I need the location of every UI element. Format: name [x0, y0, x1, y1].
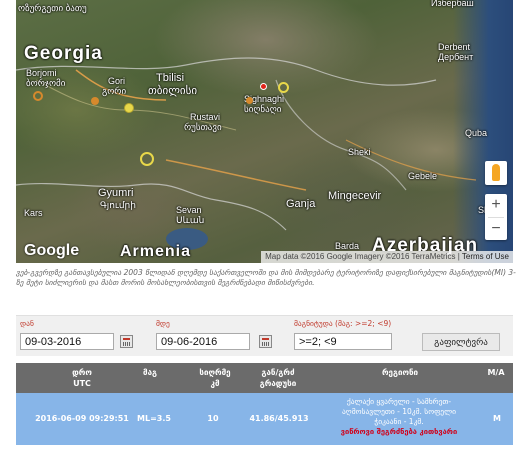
map-attribution-text: Map data ©2016 Google Imagery ©2016 Terr…: [265, 252, 456, 261]
table-row[interactable]: 2016-06-09 09:29:51 ML=3.5 10 41.86/45.9…: [16, 393, 513, 445]
map-label-sheki: Sheki: [348, 147, 371, 157]
zoom-control: + −: [485, 194, 507, 240]
magnitude-label: მაგნიტუდა (მაგ: >=2; <9): [294, 319, 392, 328]
header-region[interactable]: რეგიონი: [350, 367, 450, 378]
map-label-sevan-hy: Սևան: [176, 215, 205, 225]
header-magnitude[interactable]: მაგ: [132, 367, 168, 378]
from-date-label: დან: [20, 319, 34, 328]
map-label-derbent-ru: Дербент: [438, 52, 474, 62]
map-label-sighnaghi-ka: სიღნაღი: [244, 104, 282, 114]
header-coords[interactable]: გან/გრძ გრადუსი: [248, 367, 308, 389]
filter-bar: დან 09-03-2016 მდე 09-06-2016 მაგნიტუდა …: [16, 315, 513, 356]
header-time-sub: UTC: [73, 379, 91, 388]
map-label-tbilisi: Tbilisi: [156, 72, 185, 84]
filter-button[interactable]: გაფილტვრა: [422, 333, 500, 351]
map-label-borjomi-ka: ბორჯომი: [26, 78, 66, 88]
zoom-out-button[interactable]: −: [485, 218, 507, 241]
map-label-tbilisi-ka: თბილისი: [148, 85, 198, 97]
to-date-input[interactable]: 09-06-2016: [156, 333, 250, 350]
quake-marker-selected[interactable]: [260, 83, 267, 90]
calendar-icon[interactable]: [120, 335, 133, 348]
header-depth-sub: კმ: [210, 379, 220, 388]
map-label-quba: Quba: [465, 128, 488, 138]
header-coords-sub: გრადუსი: [259, 379, 297, 388]
street-view-pegman[interactable]: [485, 161, 507, 185]
map-label-mingecevir: Mingecevir: [328, 190, 382, 202]
map-label-top-left: ოზურგეთი ბათუ: [18, 3, 87, 13]
map-label-gebele: Gebele: [408, 171, 438, 181]
cell-magnitude: ML=3.5: [137, 414, 171, 423]
calendar-icon[interactable]: [259, 335, 272, 348]
to-date-label: მდე: [156, 319, 170, 328]
region-line: აღმოსავლეთი - 10კმ. სოფელი: [342, 407, 456, 416]
map-label-kars: Kars: [24, 208, 43, 218]
map-label-ganja: Ganja: [286, 198, 316, 210]
cell-time: 2016-06-09 09:29:51: [35, 414, 129, 423]
header-depth-label: სიღრმე: [199, 368, 231, 377]
quake-marker[interactable]: [124, 103, 134, 113]
cell-coords: 41.86/45.913: [249, 414, 309, 423]
map-label-gyumri: Gyumri: [98, 187, 134, 199]
quake-marker[interactable]: [140, 152, 154, 166]
map-label-georgia: Georgia: [24, 43, 103, 64]
map-label-derbent: Derbent: [438, 42, 471, 52]
pegman-icon: [492, 164, 500, 181]
map-label-barda: Barda: [335, 241, 360, 251]
quake-marker[interactable]: [91, 97, 99, 105]
header-time-label: დრო: [72, 368, 92, 377]
table-header: დრო UTC მაგ სიღრმე კმ გან/გრძ გრადუსი რე…: [16, 363, 513, 393]
map-label-izberbash: Избербаш: [431, 0, 474, 8]
cell-ma: M: [493, 414, 501, 423]
map-label-gori: Gori: [108, 76, 126, 86]
map-label-armenia: Armenia: [120, 243, 192, 260]
map-borders: [16, 57, 477, 231]
map-label-sevan: Sevan: [176, 205, 202, 215]
felt-report-link[interactable]: ვიწროვი შეგრძნება კითხვარი: [324, 427, 474, 437]
map-label-gyumri-hy: Գյումրի: [100, 200, 136, 210]
terms-of-use-link[interactable]: Terms of Use: [462, 252, 509, 261]
from-date-input[interactable]: 09-03-2016: [20, 333, 114, 350]
map-view[interactable]: ოზურგეთი ბათუ Избербаш Georgia Borjomi ბ…: [16, 0, 513, 263]
quake-marker[interactable]: [278, 82, 289, 93]
cell-depth: 10: [207, 414, 219, 423]
map-label-rustavi: Rustavi: [190, 112, 221, 122]
header-time[interactable]: დრო UTC: [54, 367, 110, 389]
google-logo[interactable]: Google: [24, 242, 79, 260]
region-line: ქალაქი ყვარელი - სამხრეთ-: [346, 397, 452, 406]
map-label-borjomi: Borjomi: [26, 68, 57, 78]
header-coords-label: გან/გრძ: [261, 368, 295, 377]
zoom-in-button[interactable]: +: [485, 194, 507, 217]
header-ma[interactable]: M/A: [484, 367, 508, 378]
quake-marker[interactable]: [33, 91, 43, 101]
region-line: ჭიკაანი - 1კმ.: [374, 417, 424, 426]
quake-marker[interactable]: [246, 97, 253, 104]
map-label-rustavi-ka: რუსთავი: [184, 122, 222, 132]
map-label-gori-ka: გორი: [102, 86, 127, 96]
cell-region: ქალაქი ყვარელი - სამხრეთ- აღმოსავლეთი - …: [324, 397, 474, 437]
description-text: ვებ-გვერდზე განთავსებულია 2003 წლიდან დღ…: [16, 268, 516, 287]
map-attribution: Map data ©2016 Google Imagery ©2016 Terr…: [261, 251, 513, 263]
magnitude-input[interactable]: >=2; <9: [294, 333, 392, 350]
header-depth[interactable]: სიღრმე კმ: [192, 367, 238, 389]
